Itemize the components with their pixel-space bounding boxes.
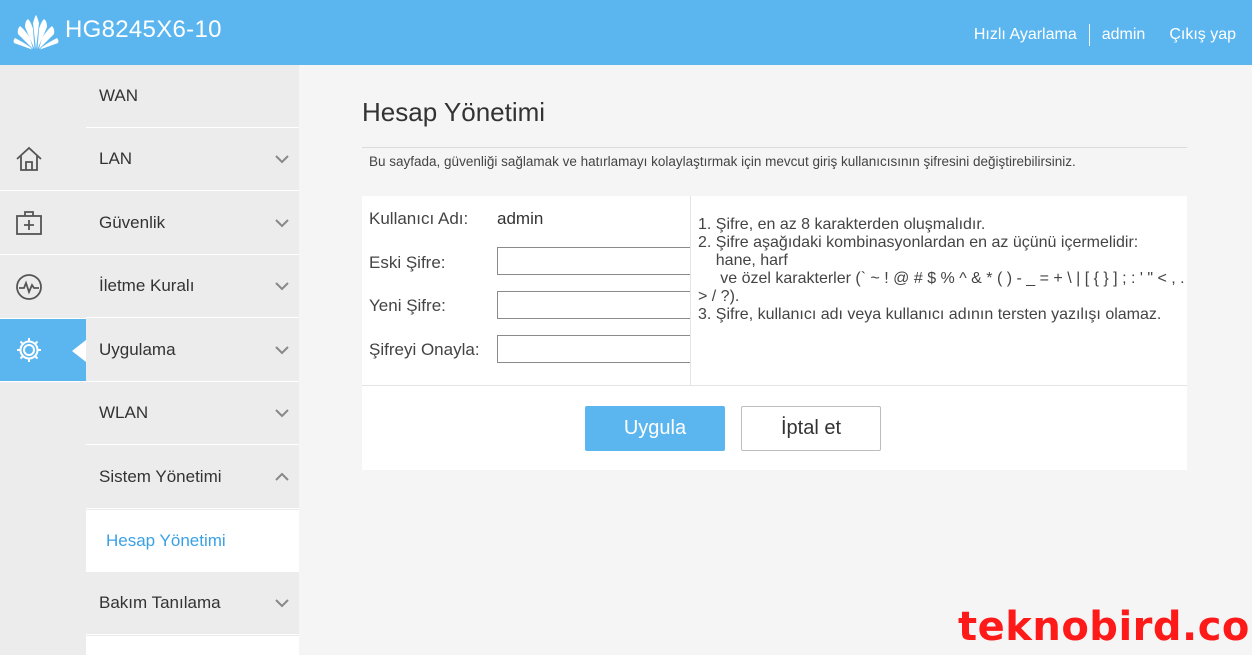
chevron-down-icon <box>275 409 289 418</box>
menu-item-label: WLAN <box>99 403 149 422</box>
page-title: Hesap Yönetimi <box>362 97 546 127</box>
rail-item-home[interactable] <box>0 128 86 191</box>
rail-item-status[interactable] <box>0 256 86 319</box>
page-description: Bu sayfada, güvenliği sağlamak ve hatırl… <box>369 154 1076 169</box>
title-divider <box>362 147 1187 148</box>
new-password-input[interactable] <box>497 291 691 319</box>
menu-item-maintenance-diagnosis[interactable]: Bakım Tanılama <box>86 572 299 635</box>
panel-vertical-divider <box>690 196 691 385</box>
user-link[interactable]: admin <box>1102 26 1146 44</box>
top-header: HG8245X6-10 Hızlı Ayarlama admin Çıkış y… <box>0 0 1252 65</box>
apply-button[interactable]: Uygula <box>585 406 725 451</box>
rail-item-settings[interactable] <box>0 319 86 382</box>
home-icon <box>16 146 42 171</box>
menu-item-label: LAN <box>99 149 133 168</box>
icon-rail <box>0 65 86 655</box>
main-content: Hesap Yönetimi Bu sayfada, güvenliği sağ… <box>299 65 1252 655</box>
panel-horizontal-divider <box>362 385 1187 386</box>
first-aid-kit-icon <box>16 211 42 235</box>
quick-setup-link[interactable]: Hızlı Ayarlama <box>974 26 1077 44</box>
rail-item-diagnostics[interactable] <box>0 192 86 255</box>
submenu-item-account-management[interactable]: Hesap Yönetimi <box>86 510 299 572</box>
rule-2-detail-a: hane, harf <box>698 252 788 269</box>
username-value: admin <box>497 209 544 228</box>
chevron-down-icon <box>275 219 289 228</box>
new-password-label: Yeni Şifre: <box>369 296 446 315</box>
header-links: Hızlı Ayarlama admin Çıkış yap <box>974 24 1236 46</box>
menu-item-label: WAN <box>99 86 139 105</box>
menu-item-label: İletme Kuralı <box>99 276 195 295</box>
menu-item-label: Sistem Yönetimi <box>99 467 222 486</box>
account-form-panel: Kullanıcı Adı: admin Eski Şifre: Yeni Şi… <box>362 196 1187 470</box>
menu-item-forwarding-rules[interactable]: İletme Kuralı <box>86 255 299 318</box>
menu-item-wan[interactable]: WAN <box>86 65 299 128</box>
form-fields: Kullanıcı Adı: admin Eski Şifre: Yeni Şi… <box>362 196 691 385</box>
chevron-down-icon <box>275 346 289 355</box>
menu-item-wlan[interactable]: WLAN <box>86 382 299 445</box>
confirm-password-label: Şifreyi Onayla: <box>369 340 480 359</box>
chevron-down-icon <box>275 155 289 164</box>
device-model-title: HG8245X6-10 <box>65 16 222 43</box>
menu-item-security[interactable]: Güvenlik <box>86 192 299 255</box>
menu-item-label: Uygulama <box>99 340 176 359</box>
gear-icon <box>17 338 41 362</box>
chevron-down-icon <box>275 282 289 291</box>
side-menu: WAN LAN Güvenlik İletme Kuralı Uygulama … <box>86 65 299 655</box>
chevron-up-icon <box>275 472 289 481</box>
menu-item-label: Bakım Tanılama <box>99 593 221 612</box>
old-password-label: Eski Şifre: <box>369 253 446 272</box>
rule-2: 2. Şifre aşağıdaki kombinasyonlardan en … <box>698 234 1139 251</box>
old-password-input[interactable] <box>497 247 691 275</box>
chevron-down-icon <box>275 599 289 608</box>
menu-item-application[interactable]: Uygulama <box>86 319 299 382</box>
menu-item-lan[interactable]: LAN <box>86 128 299 191</box>
header-divider <box>1088 24 1090 46</box>
confirm-password-input[interactable] <box>497 335 691 363</box>
rule-1: 1. Şifre, en az 8 karakterden oluşmalıdı… <box>698 216 986 233</box>
logout-link[interactable]: Çıkış yap <box>1169 26 1236 44</box>
password-rules: 1. Şifre, en az 8 karakterden oluşmalıdı… <box>698 216 1186 324</box>
menu-bottom-spacer <box>86 636 299 655</box>
huawei-logo-icon <box>13 15 59 50</box>
rule-2-detail-b: ve özel karakterler (` ~ ! @ # $ % ^ & *… <box>698 270 1190 305</box>
menu-item-system-management[interactable]: Sistem Yönetimi <box>86 446 299 509</box>
menu-item-label: Güvenlik <box>99 213 166 232</box>
username-label: Kullanıcı Adı: <box>369 209 469 228</box>
watermark-text: teknobird.com <box>958 604 1252 650</box>
cancel-button[interactable]: İptal et <box>741 406 881 451</box>
heartbeat-monitor-icon <box>16 274 42 300</box>
rule-3: 3. Şifre, kullanıcı adı veya kullanıcı a… <box>698 306 1162 323</box>
